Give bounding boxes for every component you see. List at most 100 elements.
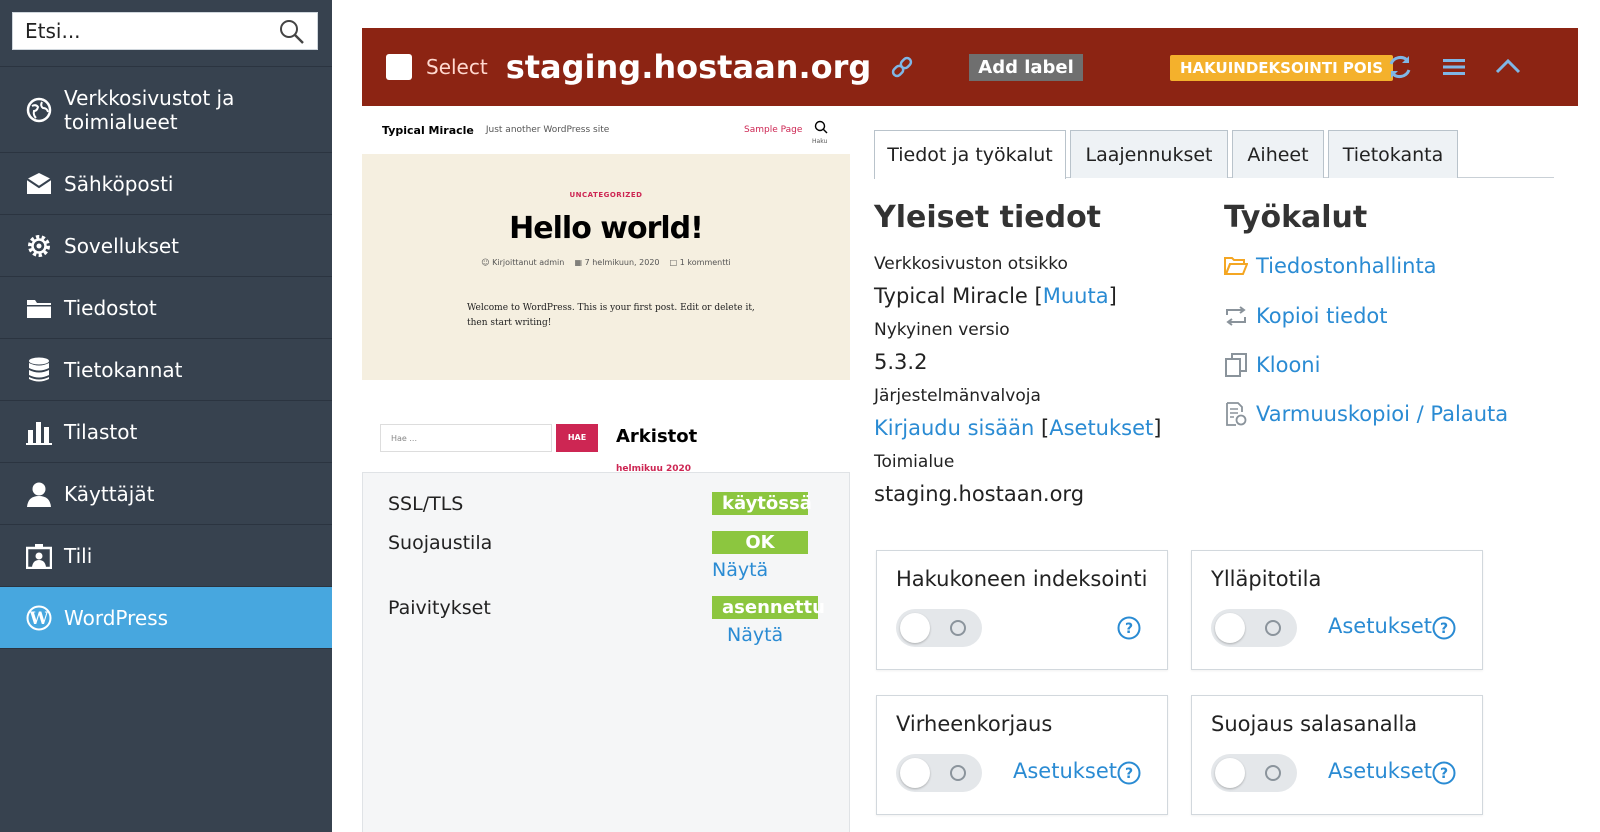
tool-file-manager[interactable]: Tiedostonhallinta [1224, 254, 1437, 278]
sidebar-item-statistics[interactable]: Tilastot [0, 401, 332, 463]
select-checkbox[interactable] [386, 54, 412, 80]
tab-plugins[interactable]: Laajennukset [1070, 130, 1228, 178]
sidebar-item-wordpress[interactable]: W WordPress [0, 587, 332, 649]
preview-post-body: Welcome to WordPress. This is your first… [467, 303, 755, 328]
user-icon [26, 481, 52, 507]
gear-icon [26, 233, 52, 259]
tool-copy-data[interactable]: Kopioi tiedot [1224, 304, 1388, 328]
svg-text:?: ? [1125, 621, 1133, 637]
toggle-knob [1215, 613, 1245, 643]
login-link[interactable]: Kirjaudu sisään [874, 416, 1034, 440]
tools-heading: Työkalut [1224, 200, 1368, 235]
indexing-status-badge[interactable]: HAKUINDEKSOINTI POIS [1170, 55, 1394, 81]
maintenance-toggle[interactable] [1211, 609, 1297, 647]
svg-text:W: W [28, 609, 49, 629]
card-title: Suojaus salasanalla [1211, 712, 1418, 736]
site-title-text: Typical Miracle [874, 284, 1028, 308]
password-protection-settings-link[interactable]: Asetukset [1328, 759, 1432, 783]
wordpress-icon: W [26, 605, 52, 631]
tool-backup-restore[interactable]: Varmuuskopioi / Palauta [1224, 402, 1508, 426]
maintenance-settings-link[interactable]: Asetukset [1328, 614, 1432, 638]
toggle-off-indicator [1265, 765, 1281, 781]
updates-show-link[interactable]: Näytä [727, 624, 783, 646]
search-indexing-card: Hakukoneen indeksointi ? [876, 550, 1168, 670]
preview-meta-author: Kirjoittanut admin [492, 258, 565, 267]
domain-link[interactable]: staging.hostaan.org [874, 482, 1084, 506]
link-icon[interactable] [889, 54, 915, 80]
sidebar-item-account[interactable]: Tili [0, 525, 332, 587]
preview-widgets: Hae ... HAE Arkistot helmikuu 2020 [362, 380, 850, 472]
search-indexing-toggle[interactable] [896, 609, 982, 647]
svg-text:?: ? [1440, 766, 1448, 782]
tab-database[interactable]: Tietokanta [1328, 130, 1458, 178]
sidebar-item-label: Käyttäjät [64, 481, 155, 506]
security-show-link[interactable]: Näytä [712, 559, 768, 581]
help-icon[interactable]: ? [1432, 616, 1456, 640]
sidebar-item-label: Tiedostot [64, 295, 157, 320]
debugging-settings-link[interactable]: Asetukset [1013, 759, 1117, 783]
preview-search-button: HAE [556, 424, 598, 452]
backup-icon [1224, 402, 1248, 426]
version-value: 5.3.2 [874, 350, 928, 374]
tool-label: Tiedostonhallinta [1256, 254, 1437, 278]
site-preview[interactable]: Typical Miracle Just another WordPress s… [362, 106, 850, 472]
preview-archives-title: Arkistot [616, 426, 698, 447]
version-label: Nykyinen versio [874, 320, 1010, 340]
chevron-up-icon[interactable] [1494, 53, 1522, 81]
password-protection-toggle[interactable] [1211, 754, 1297, 792]
password-protection-card: Suojaus salasanalla Asetukset ? [1191, 695, 1483, 815]
sidebar-item-label: Tili [64, 543, 93, 568]
toggle-off-indicator [950, 620, 966, 636]
search-input[interactable] [13, 13, 263, 49]
tool-clone[interactable]: Klooni [1224, 353, 1320, 377]
updates-status-badge: asennettu [712, 596, 825, 619]
database-icon [26, 357, 52, 383]
debugging-card: Virheenkorjaus Asetukset ? [876, 695, 1168, 815]
change-title-link[interactable]: Muuta [1043, 284, 1109, 308]
security-status-panel: SSL/TLS käytössä Suojaustila OK Näytä Pa… [362, 472, 850, 832]
search-icon[interactable] [279, 19, 305, 45]
updates-label: Paivitykset [388, 597, 491, 619]
toggle-knob [1215, 758, 1245, 788]
mail-icon [26, 171, 52, 197]
preview-meta-comments: 1 kommentti [679, 258, 731, 267]
sidebar-item-label: Tilastot [64, 419, 138, 444]
select-label[interactable]: Select [426, 55, 488, 79]
sidebar-item-email[interactable]: Sähköposti [0, 153, 332, 215]
help-icon[interactable]: ? [1117, 761, 1141, 785]
site-header-bar: Select staging.hostaan.org Add label HAK… [362, 28, 1578, 106]
sidebar-item-files[interactable]: Tiedostot [0, 277, 332, 339]
sidebar-item-applications[interactable]: Sovellukset [0, 215, 332, 277]
admin-label: Järjestelmänvalvoja [874, 386, 1041, 406]
sidebar-search [12, 12, 318, 50]
admin-settings-link[interactable]: Asetukset [1049, 416, 1153, 440]
sidebar-search-area [0, 0, 332, 67]
sidebar-item-databases[interactable]: Tietokannat [0, 339, 332, 401]
debugging-toggle[interactable] [896, 754, 982, 792]
help-icon[interactable]: ? [1117, 616, 1141, 640]
ssl-status-badge: käytössä [712, 492, 812, 515]
sidebar-item-users[interactable]: Käyttäjät [0, 463, 332, 525]
domain-title: staging.hostaan.org [505, 48, 872, 86]
security-label: Suojaustila [388, 532, 493, 554]
sidebar-item-label: Sovellukset [64, 233, 180, 258]
tab-info-tools[interactable]: Tiedot ja työkalut [874, 130, 1066, 179]
help-icon[interactable]: ? [1432, 761, 1456, 785]
admin-links: Kirjaudu sisään [Asetukset] [874, 416, 1162, 440]
sidebar-item-label: Tietokannat [64, 357, 183, 382]
preview-search-label: Haku [812, 138, 828, 145]
tab-themes[interactable]: Aiheet [1232, 130, 1324, 178]
sidebar-item-websites[interactable]: Verkkosivustot ja toimialueet [0, 67, 332, 153]
refresh-icon[interactable] [1386, 53, 1414, 81]
tool-label: Kopioi tiedot [1256, 304, 1388, 328]
menu-icon[interactable] [1440, 53, 1468, 81]
sidebar-item-label: WordPress [64, 605, 169, 630]
domain-label: Toimialue [874, 452, 955, 472]
sidebar-item-label: Verkkosivustot ja toimialueet [64, 85, 235, 134]
toggle-knob [900, 758, 930, 788]
svg-text:?: ? [1440, 621, 1448, 637]
preview-tagline: Just another WordPress site [485, 125, 610, 135]
preview-meta-date: 7 helmikuun, 2020 [584, 258, 660, 267]
add-label-button[interactable]: Add label [969, 53, 1083, 81]
toggle-knob [900, 613, 930, 643]
